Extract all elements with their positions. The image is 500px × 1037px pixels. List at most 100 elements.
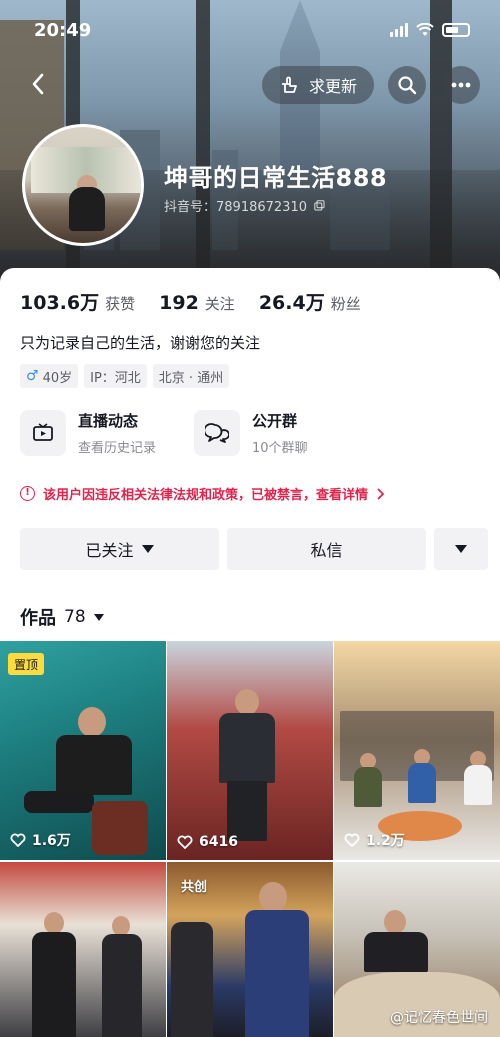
caret-down-icon	[141, 545, 154, 553]
request-update-label: 求更新	[308, 77, 357, 96]
message-button[interactable]: 私信	[227, 528, 426, 570]
feature-entries: 直播动态 查看历史记录 公开群 10个群聊	[20, 410, 308, 456]
public-group-entry[interactable]: 公开群 10个群聊	[194, 410, 308, 456]
top-bar: 求更新	[0, 62, 500, 106]
scene-figure	[227, 781, 267, 841]
following-count[interactable]: 192	[159, 292, 199, 314]
heart-icon	[10, 833, 26, 847]
ip-tag: IP：河北	[84, 364, 147, 388]
request-update-button[interactable]: 求更新	[262, 66, 374, 104]
scene-figure	[354, 767, 382, 807]
scene-figure	[56, 735, 132, 795]
scene-figure	[44, 912, 64, 934]
more-dots-icon	[451, 82, 471, 88]
works-label: 作品	[20, 608, 56, 629]
action-buttons: 已关注 私信	[20, 528, 488, 570]
works-count: 78	[64, 607, 86, 627]
caret-down-icon	[455, 545, 467, 553]
status-icons	[390, 23, 470, 37]
more-options-button[interactable]	[442, 66, 480, 104]
profile-uid[interactable]: 抖音号：78918672310	[164, 196, 325, 215]
ban-warning-text: 该用户因违反相关法律法规和政策，已被禁言，查看详情	[43, 488, 369, 503]
followers-label: 粉丝	[330, 295, 361, 313]
video-tile[interactable]: 6416	[167, 641, 333, 860]
group-entry-subtitle: 10个群聊	[252, 441, 308, 456]
followers-count[interactable]: 26.4万	[259, 288, 325, 315]
pinned-badge: 置顶	[8, 653, 45, 675]
location-tag: 北京 · 通州	[152, 364, 230, 388]
likes-text: 1.2万	[366, 833, 405, 849]
scene-figure	[235, 689, 259, 715]
scene-figure	[464, 765, 492, 805]
following-label: 关注	[204, 295, 235, 313]
scene-figure	[78, 707, 106, 737]
scene-figure	[384, 910, 406, 934]
chevron-left-icon	[32, 73, 44, 95]
group-entry-title: 公开群	[252, 412, 298, 430]
scene-figure	[171, 922, 213, 1037]
caret-down-icon	[93, 613, 104, 621]
status-bar: 20:49	[34, 16, 470, 44]
followed-button[interactable]: 已关注	[20, 528, 219, 570]
live-history-entry[interactable]: 直播动态 查看历史记录	[20, 410, 156, 456]
works-tab[interactable]: 作品 78	[20, 604, 104, 630]
chevron-right-icon	[377, 487, 385, 500]
wifi-icon	[416, 23, 434, 36]
copy-icon	[314, 200, 325, 211]
scene-figure	[259, 882, 287, 912]
avatar[interactable]	[22, 124, 144, 246]
video-tile[interactable]	[0, 862, 166, 1037]
age-text: 40岁	[42, 370, 73, 386]
scene-figure	[364, 932, 428, 972]
video-likes: 1.2万	[344, 830, 405, 850]
message-label: 私信	[310, 541, 343, 560]
video-tile[interactable]: 1.2万	[334, 641, 500, 860]
live-entry-subtitle: 查看历史记录	[78, 441, 157, 456]
search-icon	[398, 76, 417, 95]
watermark: @记忆春色世间	[390, 1007, 488, 1027]
video-grid: 置顶 1.6万 6416 1.2万 共创	[0, 641, 500, 1037]
live-entry-title: 直播动态	[78, 412, 139, 430]
likes-count[interactable]: 103.6万	[20, 288, 99, 315]
bio-text: 只为记录自己的生活，谢谢您的关注	[20, 334, 261, 352]
profile-tags: ♂ 40岁 IP：河北 北京 · 通州	[20, 364, 230, 388]
scene-figure	[102, 934, 142, 1037]
scene-figure	[245, 910, 309, 1037]
group-chat-icon	[194, 410, 241, 456]
live-tv-icon	[20, 410, 66, 456]
status-time: 20:49	[34, 19, 92, 41]
signal-icon	[390, 23, 408, 37]
video-likes: 6416	[177, 834, 238, 850]
recommend-dropdown-button[interactable]	[434, 528, 488, 570]
location-text: 北京 · 通州	[158, 370, 224, 386]
scene-bag	[92, 801, 148, 855]
stats-row: 103.6万 获赞 192 关注 26.4万 粉丝	[20, 288, 379, 315]
video-tile[interactable]: 共创	[167, 862, 333, 1037]
back-button[interactable]	[20, 66, 56, 102]
ban-warning[interactable]: ! 该用户因违反相关法律法规和政策，已被禁言，查看详情	[20, 484, 385, 503]
age-tag: ♂ 40岁	[20, 364, 79, 388]
scene-figure	[24, 791, 94, 813]
profile-name: 坤哥的日常生活888	[164, 164, 388, 192]
heart-icon	[344, 833, 360, 847]
avatar-person	[69, 187, 105, 231]
co-create-badge: 共创	[181, 879, 208, 895]
uid-text: 抖音号：78918672310	[164, 200, 307, 215]
likes-label: 获赞	[105, 295, 136, 313]
watermark-text: @记忆春色世间	[390, 1010, 488, 1026]
heart-icon	[177, 835, 193, 849]
video-tile[interactable]: 置顶 1.6万	[0, 641, 166, 860]
video-likes: 1.6万	[10, 830, 71, 850]
search-button[interactable]	[388, 66, 426, 104]
scene-table	[334, 972, 500, 1037]
likes-text: 1.6万	[32, 833, 71, 849]
likes-text: 6416	[199, 834, 238, 850]
followed-label: 已关注	[85, 541, 134, 560]
ip-text: IP：河北	[90, 370, 141, 386]
scene-figure	[112, 916, 130, 936]
scene-figure	[219, 713, 275, 783]
alert-icon: !	[20, 486, 35, 501]
scene-figure	[32, 932, 76, 1037]
battery-icon	[442, 23, 470, 37]
male-icon: ♂	[26, 368, 39, 384]
